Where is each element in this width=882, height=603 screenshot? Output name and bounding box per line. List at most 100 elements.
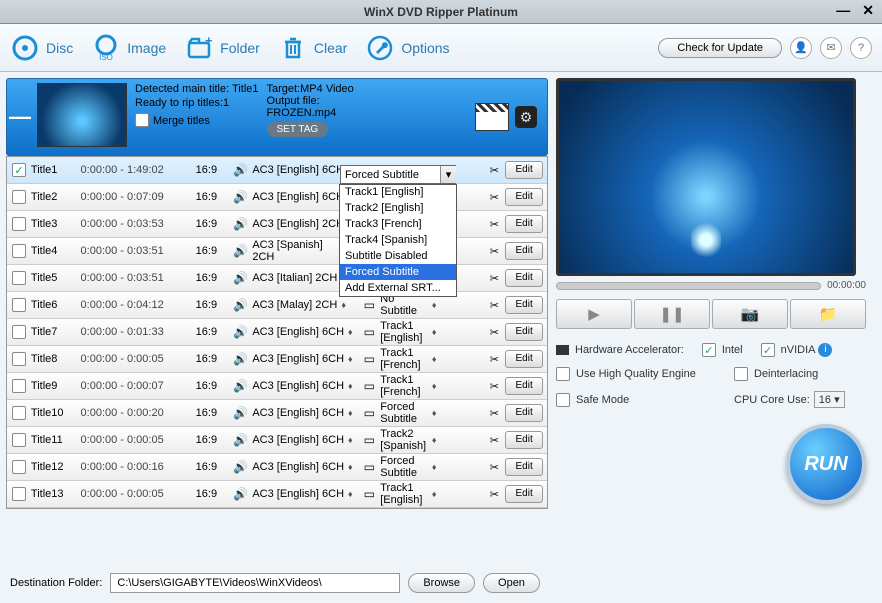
folder-button[interactable]: + Folder	[184, 33, 260, 63]
edit-button[interactable]: Edit	[505, 296, 543, 314]
crop-icon[interactable]: ✂	[483, 407, 505, 420]
audio-stepper[interactable]: ♦	[341, 300, 351, 310]
destination-input[interactable]	[110, 573, 400, 593]
edit-button[interactable]: Edit	[505, 458, 543, 476]
snapshot-button[interactable]: 📷	[712, 299, 788, 329]
account-icon[interactable]: 👤	[790, 37, 812, 59]
minimize-button[interactable]: —	[836, 2, 850, 19]
subtitle-stepper[interactable]: ♦	[432, 327, 484, 337]
crop-icon[interactable]: ✂	[483, 245, 505, 258]
disc-button[interactable]: Disc	[10, 33, 73, 63]
edit-button[interactable]: Edit	[505, 485, 543, 503]
options-button[interactable]: Options	[365, 33, 449, 63]
dropdown-item[interactable]: Add External SRT...	[340, 280, 456, 296]
image-button[interactable]: ISO Image	[91, 33, 166, 63]
subtitle-stepper[interactable]: ♦	[432, 408, 484, 418]
safemode-checkbox[interactable]	[556, 393, 570, 407]
nvidia-checkbox[interactable]	[761, 343, 775, 357]
row-checkbox[interactable]	[12, 163, 26, 177]
subtitle-stepper[interactable]: ♦	[432, 354, 484, 364]
help-icon[interactable]: ?	[850, 37, 872, 59]
edit-button[interactable]: Edit	[505, 161, 543, 179]
table-row[interactable]: Title30:00:00 - 0:03:5316:9🔊AC3 [English…	[7, 211, 547, 238]
run-button[interactable]: RUN	[786, 424, 866, 504]
table-row[interactable]: Title80:00:00 - 0:00:0516:9🔊AC3 [English…	[7, 346, 547, 373]
audio-stepper[interactable]: ♦	[348, 408, 358, 418]
audio-stepper[interactable]: ♦	[348, 327, 358, 337]
row-checkbox[interactable]	[12, 271, 26, 285]
dropdown-item[interactable]: Track4 [Spanish]	[340, 232, 456, 248]
row-checkbox[interactable]	[12, 406, 26, 420]
row-checkbox[interactable]	[12, 325, 26, 339]
row-checkbox[interactable]	[12, 244, 26, 258]
audio-stepper[interactable]: ♦	[348, 489, 358, 499]
mail-icon[interactable]: ✉	[820, 37, 842, 59]
edit-button[interactable]: Edit	[505, 404, 543, 422]
table-row[interactable]: Title20:00:00 - 0:07:0916:9🔊AC3 [English…	[7, 184, 547, 211]
crop-icon[interactable]: ✂	[483, 164, 505, 177]
subtitle-stepper[interactable]: ♦	[432, 489, 484, 499]
edit-button[interactable]: Edit	[505, 377, 543, 395]
crop-icon[interactable]: ✂	[483, 272, 505, 285]
table-row[interactable]: Title100:00:00 - 0:00:2016:9🔊AC3 [Englis…	[7, 400, 547, 427]
settings-gear-icon[interactable]: ⚙	[515, 106, 537, 128]
dropdown-item[interactable]: Track1 [English]	[340, 184, 456, 200]
subtitle-stepper[interactable]: ♦	[432, 300, 484, 310]
table-row[interactable]: Title10:00:00 - 1:49:0216:9🔊AC3 [English…	[7, 157, 547, 184]
edit-button[interactable]: Edit	[505, 188, 543, 206]
codec-icon[interactable]	[475, 103, 509, 131]
table-row[interactable]: Title130:00:00 - 0:00:0516:9🔊AC3 [Englis…	[7, 481, 547, 508]
play-button[interactable]: ▶	[556, 299, 632, 329]
dropdown-item[interactable]: Track2 [English]	[340, 200, 456, 216]
row-checkbox[interactable]	[12, 190, 26, 204]
dropdown-item[interactable]: Track3 [French]	[340, 216, 456, 232]
chevron-down-icon[interactable]: ▾	[440, 166, 456, 183]
edit-button[interactable]: Edit	[505, 350, 543, 368]
audio-stepper[interactable]: ♦	[348, 354, 358, 364]
row-checkbox[interactable]	[12, 487, 26, 501]
close-button[interactable]: ✕	[862, 2, 874, 19]
crop-icon[interactable]: ✂	[483, 191, 505, 204]
intel-checkbox[interactable]	[702, 343, 716, 357]
edit-button[interactable]: Edit	[505, 323, 543, 341]
crop-icon[interactable]: ✂	[483, 461, 505, 474]
subtitle-dropdown[interactable]: Forced Subtitle▾ Track1 [English]Track2 …	[339, 184, 457, 297]
check-update-button[interactable]: Check for Update	[658, 38, 782, 58]
table-row[interactable]: Title90:00:00 - 0:00:0716:9🔊AC3 [English…	[7, 373, 547, 400]
row-checkbox[interactable]	[12, 460, 26, 474]
cpu-core-select[interactable]: 16 ▾	[814, 391, 845, 408]
hq-checkbox[interactable]	[556, 367, 570, 381]
clear-button[interactable]: Clear	[278, 33, 347, 63]
edit-button[interactable]: Edit	[505, 431, 543, 449]
table-row[interactable]: Title50:00:00 - 0:03:5116:9🔊AC3 [Italian…	[7, 265, 547, 292]
crop-icon[interactable]: ✂	[483, 299, 505, 312]
audio-stepper[interactable]: ♦	[348, 435, 358, 445]
info-icon[interactable]: i	[818, 343, 832, 357]
crop-icon[interactable]: ✂	[483, 218, 505, 231]
deinterlace-checkbox[interactable]	[734, 367, 748, 381]
table-row[interactable]: Title120:00:00 - 0:00:1616:9🔊AC3 [Englis…	[7, 454, 547, 481]
dropdown-item[interactable]: Subtitle Disabled	[340, 248, 456, 264]
audio-stepper[interactable]: ♦	[348, 462, 358, 472]
pause-button[interactable]: ❚❚	[634, 299, 710, 329]
edit-button[interactable]: Edit	[505, 242, 543, 260]
set-tag-button[interactable]: SET TAG	[267, 122, 329, 137]
dropdown-item[interactable]: Forced Subtitle	[340, 264, 456, 280]
row-checkbox[interactable]	[12, 433, 26, 447]
crop-icon[interactable]: ✂	[483, 488, 505, 501]
edit-button[interactable]: Edit	[505, 269, 543, 287]
subtitle-stepper[interactable]: ♦	[432, 435, 484, 445]
crop-icon[interactable]: ✂	[483, 434, 505, 447]
table-row[interactable]: Title70:00:00 - 0:01:3316:9🔊AC3 [English…	[7, 319, 547, 346]
merge-checkbox[interactable]	[135, 113, 149, 127]
subtitle-stepper[interactable]: ♦	[432, 381, 484, 391]
table-row[interactable]: Title60:00:00 - 0:04:1216:9🔊AC3 [Malay] …	[7, 292, 547, 319]
row-checkbox[interactable]	[12, 379, 26, 393]
timeline-slider[interactable]	[556, 282, 821, 290]
row-checkbox[interactable]	[12, 217, 26, 231]
table-row[interactable]: Title110:00:00 - 0:00:0516:9🔊AC3 [Englis…	[7, 427, 547, 454]
crop-icon[interactable]: ✂	[483, 326, 505, 339]
open-folder-button[interactable]: 📁	[790, 299, 866, 329]
row-checkbox[interactable]	[12, 352, 26, 366]
table-row[interactable]: Title40:00:00 - 0:03:5116:9🔊AC3 [Spanish…	[7, 238, 547, 265]
